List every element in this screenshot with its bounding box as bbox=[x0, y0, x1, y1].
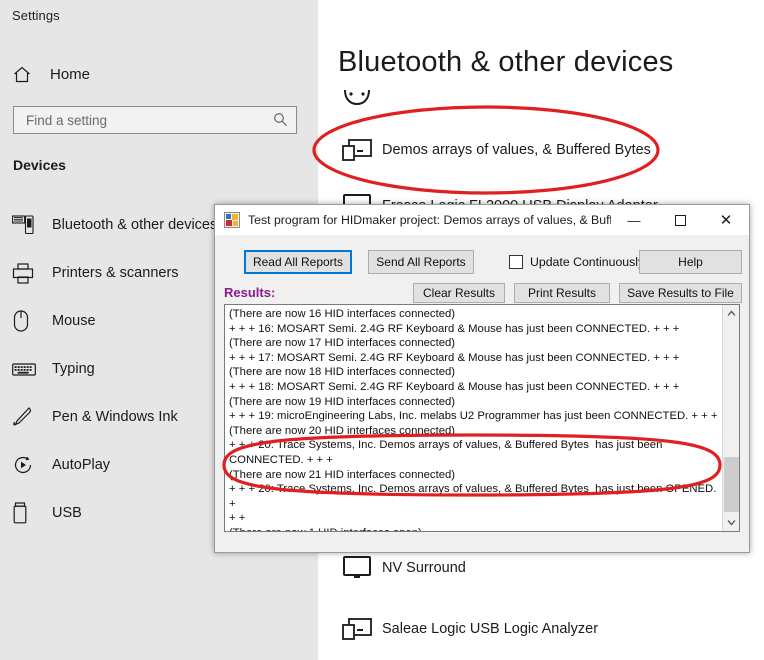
scrollbar-thumb[interactable] bbox=[724, 457, 739, 512]
keyboard-icon bbox=[12, 362, 52, 377]
maximize-button[interactable] bbox=[657, 205, 703, 236]
gamepad-icon bbox=[332, 88, 382, 112]
results-textbox[interactable]: (There are now 16 HID interfaces connect… bbox=[224, 304, 740, 532]
generic-device-icon bbox=[332, 136, 382, 164]
scroll-down-arrow-icon[interactable] bbox=[723, 514, 739, 531]
sidebar-item-home[interactable]: Home bbox=[12, 58, 302, 90]
sidebar-item-label: Bluetooth & other devices bbox=[52, 217, 218, 233]
results-label: Results: bbox=[224, 285, 276, 300]
autoplay-icon bbox=[12, 454, 52, 476]
monitor-icon bbox=[332, 555, 382, 581]
search-input[interactable] bbox=[24, 111, 273, 129]
pen-icon bbox=[12, 406, 52, 428]
minimize-button[interactable]: — bbox=[611, 205, 657, 236]
read-all-reports-button[interactable]: Read All Reports bbox=[244, 250, 352, 274]
home-icon bbox=[12, 66, 32, 83]
device-row-saleae[interactable]: Saleae Logic USB Logic Analyzer bbox=[332, 607, 752, 651]
mouse-icon bbox=[12, 310, 52, 332]
sidebar-item-label: USB bbox=[52, 505, 82, 521]
sidebar-item-label: Printers & scanners bbox=[52, 265, 179, 281]
page-title: Bluetooth & other devices bbox=[338, 46, 674, 78]
sidebar-item-label: Home bbox=[50, 65, 91, 83]
search-box[interactable] bbox=[13, 106, 297, 134]
send-all-reports-button[interactable]: Send All Reports bbox=[368, 250, 474, 274]
checkbox-box[interactable] bbox=[509, 255, 523, 269]
update-continuously-checkbox[interactable]: Update Continuously bbox=[509, 255, 644, 269]
bluetooth-devices-icon bbox=[12, 215, 52, 235]
results-scrollbar[interactable] bbox=[722, 305, 739, 531]
device-label: Saleae Logic USB Logic Analyzer bbox=[382, 621, 599, 637]
search-icon[interactable] bbox=[273, 112, 288, 129]
print-results-button[interactable]: Print Results bbox=[514, 283, 610, 303]
sidebar-item-label: AutoPlay bbox=[52, 457, 111, 473]
device-label: Demos arrays of values, & Buffered Bytes bbox=[382, 142, 651, 158]
vb-form-icon bbox=[224, 212, 240, 228]
hid-test-dialog: Test program for HIDmaker project: Demos… bbox=[214, 204, 750, 553]
sidebar-item-label: Mouse bbox=[52, 313, 96, 329]
checkbox-label: Update Continuously bbox=[530, 255, 645, 269]
printer-icon bbox=[12, 262, 52, 284]
sidebar-item-label: Pen & Windows Ink bbox=[52, 409, 178, 425]
usb-icon bbox=[12, 502, 52, 524]
close-button[interactable]: ✕ bbox=[703, 205, 749, 236]
dialog-title: Test program for HIDmaker project: Demos… bbox=[248, 213, 611, 227]
sidebar-section-heading: Devices bbox=[13, 157, 66, 173]
clear-results-button[interactable]: Clear Results bbox=[413, 283, 505, 303]
generic-device-icon bbox=[332, 615, 382, 643]
dialog-titlebar[interactable]: Test program for HIDmaker project: Demos… bbox=[215, 205, 749, 236]
device-label: NV Surround bbox=[382, 560, 466, 576]
help-button[interactable]: Help bbox=[639, 250, 742, 274]
device-row-demos-arrays[interactable]: Demos arrays of values, & Buffered Bytes bbox=[332, 128, 752, 172]
settings-app-title: Settings bbox=[12, 8, 60, 23]
save-results-to-file-button[interactable]: Save Results to File bbox=[619, 283, 742, 303]
scroll-up-arrow-icon[interactable] bbox=[723, 305, 739, 322]
device-row[interactable] bbox=[332, 78, 752, 122]
results-text: (There are now 16 HID interfaces connect… bbox=[229, 308, 718, 531]
sidebar-item-label: Typing bbox=[52, 361, 95, 377]
